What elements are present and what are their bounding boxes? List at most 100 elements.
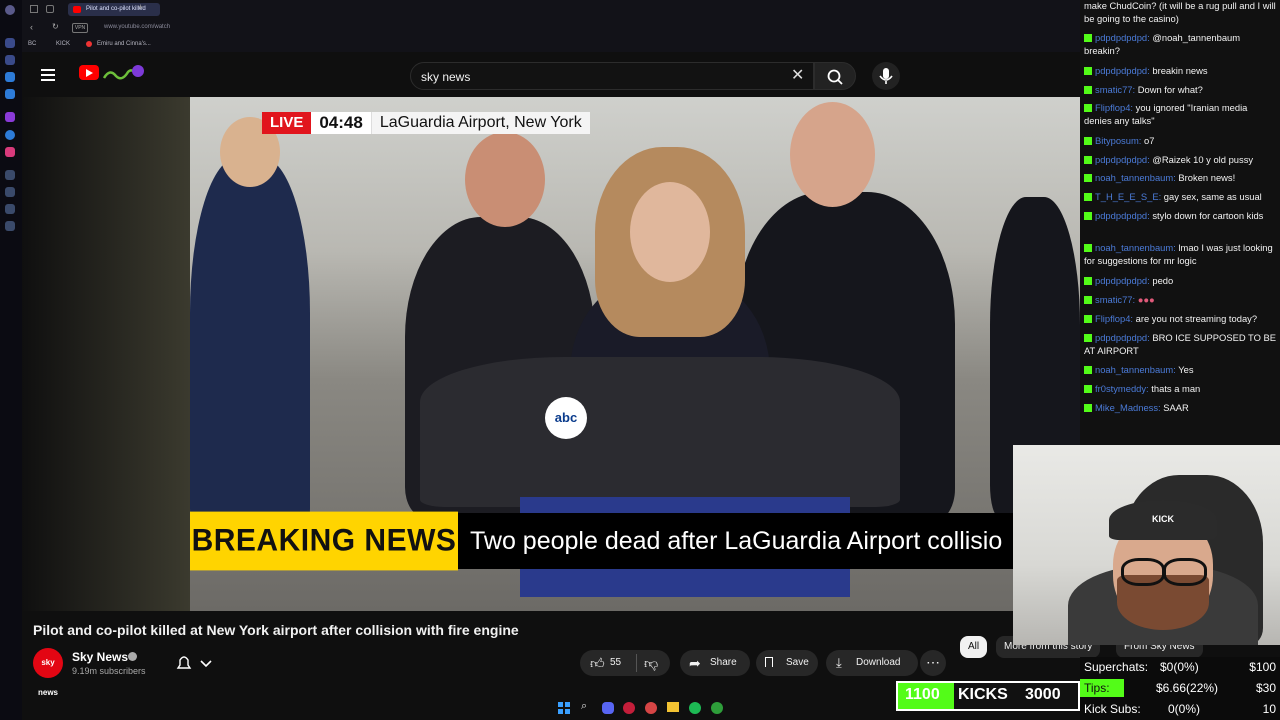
browser-sidebar: [0, 0, 22, 720]
kicks-goal: 3000: [1025, 686, 1061, 703]
tab-title: Pilot and co-pilot killed: [86, 6, 146, 12]
twitch-icon[interactable]: [5, 112, 15, 122]
breaking-news-banner: BREAKING NEWS Two people dead after LaGu…: [190, 511, 1080, 571]
chip-all[interactable]: All: [960, 636, 988, 658]
more-actions-button[interactable]: ⋯: [920, 650, 946, 676]
settings-icon[interactable]: [5, 221, 15, 231]
clear-search-icon[interactable]: ✕: [791, 68, 804, 84]
streamer-webcam: KICK: [1013, 445, 1280, 645]
video-player[interactable]: abc LIVE 04:48 LaGuardia Airport, New Yo…: [190, 97, 1080, 611]
sidebar-app-icon[interactable]: [5, 72, 15, 82]
like-count[interactable]: 55: [610, 650, 621, 676]
opera-logo-icon[interactable]: [5, 5, 15, 15]
stat-kick-subs: Kick Subs: 0(0%) 10: [1084, 702, 1276, 716]
chat-message: noah_tannenbaum: Broken news!: [1084, 172, 1276, 185]
download-label: Download: [856, 657, 901, 668]
divider: [636, 654, 637, 672]
live-location: LaGuardia Airport, New York: [370, 112, 590, 134]
download-button[interactable]: ⤓ Download: [826, 650, 918, 676]
bookmark-item[interactable]: Emiru and Cinna's...: [97, 41, 151, 47]
download-icon: ⤓: [836, 655, 842, 670]
chat-message: smatic77: Down for what?: [1084, 84, 1276, 97]
live-banner: LIVE 04:48 LaGuardia Airport, New York: [262, 112, 590, 134]
channel-name[interactable]: Sky News: [72, 650, 128, 664]
chat-message: noah_tannenbaum: lmao I was just looking…: [1084, 242, 1273, 266]
kicks-current: 1100: [905, 686, 940, 703]
person-figure: [190, 157, 310, 547]
person-figure: [790, 102, 875, 207]
browser-tab-active[interactable]: Pilot and co-pilot killed: [68, 3, 160, 16]
live-clock: 04:48: [311, 112, 371, 134]
abc-mic-flag-icon: abc: [545, 397, 587, 439]
chat-message: fr0stymeddy: thats a man: [1084, 383, 1276, 396]
chat-message: Flipflop4: are you not streaming today?: [1084, 313, 1276, 326]
instagram-icon[interactable]: [5, 147, 15, 157]
back-icon[interactable]: ‹: [30, 22, 33, 32]
kicks-label: KICKS: [958, 686, 1008, 703]
search-button[interactable]: [814, 62, 856, 90]
kick-badge-icon: [1084, 385, 1092, 393]
stat-tips: Tips: $6.66(22%) $30: [1080, 678, 1276, 698]
reload-icon[interactable]: ↻: [52, 22, 59, 31]
video-side-backdrop: [22, 97, 190, 611]
tab-menu-icon[interactable]: [30, 5, 38, 13]
glasses-icon: [1121, 558, 1165, 586]
kick-badge-icon: [1084, 137, 1092, 145]
sidebar-app-icon[interactable]: [5, 170, 15, 180]
share-label: Share: [710, 657, 737, 668]
search-icon: [827, 69, 843, 85]
sidebar-app-icon[interactable]: [5, 89, 15, 99]
chrome-icon[interactable]: [645, 702, 657, 714]
sidebar-app-icon[interactable]: [5, 55, 15, 65]
channel-avatar[interactable]: sky news: [33, 648, 63, 697]
search-box[interactable]: sky news ✕: [410, 62, 814, 90]
share-button[interactable]: ➦ Share: [680, 650, 750, 676]
kick-badge-icon: [1084, 277, 1092, 285]
bookmark-item[interactable]: BC: [28, 41, 36, 47]
chat-message: pdpdpdpdpd: breakin news: [1084, 65, 1276, 78]
kicks-goal-bar: 1100 KICKS 3000: [896, 681, 1080, 711]
chat-message: Flipflop4: you ignored "Iranian media de…: [1084, 102, 1248, 126]
speaker-figure: [630, 182, 710, 282]
like-icon[interactable]: 👍︎: [590, 650, 605, 676]
kick-badge-icon: [1084, 86, 1092, 94]
address-url[interactable]: www.youtube.com/watch: [104, 24, 170, 30]
kick-badge-icon: [1084, 193, 1092, 201]
kick-badge-icon: [1084, 174, 1092, 182]
emote-icon: ●●●: [1137, 294, 1155, 305]
sidebar-app-icon[interactable]: [5, 204, 15, 214]
youtube-logo-icon[interactable]: [79, 65, 99, 80]
youtube-favicon-icon: [73, 6, 81, 13]
messenger-icon[interactable]: [5, 130, 15, 140]
chat-message: smatic77: ●●●: [1084, 294, 1276, 307]
xbox-icon[interactable]: [711, 702, 723, 714]
verified-icon: [128, 652, 137, 661]
sidebar-app-icon[interactable]: [5, 38, 15, 48]
discord-icon[interactable]: [602, 702, 614, 714]
sidebar-app-icon[interactable]: [5, 187, 15, 197]
search-input[interactable]: sky news: [421, 70, 470, 84]
microphone-icon: [879, 68, 893, 84]
video-title: Pilot and co-pilot killed at New York ai…: [33, 622, 519, 638]
windows-start-icon[interactable]: [558, 702, 570, 714]
dislike-icon[interactable]: 👎︎: [644, 650, 658, 676]
chat-message: pdpdpdpdpd: stylo down for cartoon kids: [1084, 210, 1276, 223]
workspace-icon[interactable]: [46, 5, 54, 13]
file-explorer-icon[interactable]: [667, 702, 679, 712]
breaking-news-label: BREAKING NEWS: [190, 511, 458, 571]
voice-search-button[interactable]: [872, 62, 900, 90]
save-label: Save: [786, 657, 809, 668]
browser-address-bar: ‹ ↻ VPN www.youtube.com/watch: [22, 18, 1080, 38]
stat-superchats: Superchats: $0(0%) $100: [1084, 660, 1276, 674]
taskbar-search-icon[interactable]: ⌕: [581, 700, 587, 713]
chat-message: pdpdpdpdpd: @noah_tannenbaum breakin?: [1084, 32, 1241, 56]
save-button[interactable]: Save: [756, 650, 818, 676]
notification-bell-button[interactable]: [170, 650, 222, 676]
bookmark-favicon-icon: [86, 41, 92, 47]
opera-icon[interactable]: [623, 702, 635, 714]
vpn-badge[interactable]: VPN: [72, 23, 88, 33]
spotify-icon[interactable]: [689, 702, 701, 714]
bookmark-item[interactable]: KICK: [56, 41, 70, 47]
new-tab-button[interactable]: +: [138, 2, 143, 12]
hamburger-menu-icon[interactable]: [41, 69, 55, 81]
